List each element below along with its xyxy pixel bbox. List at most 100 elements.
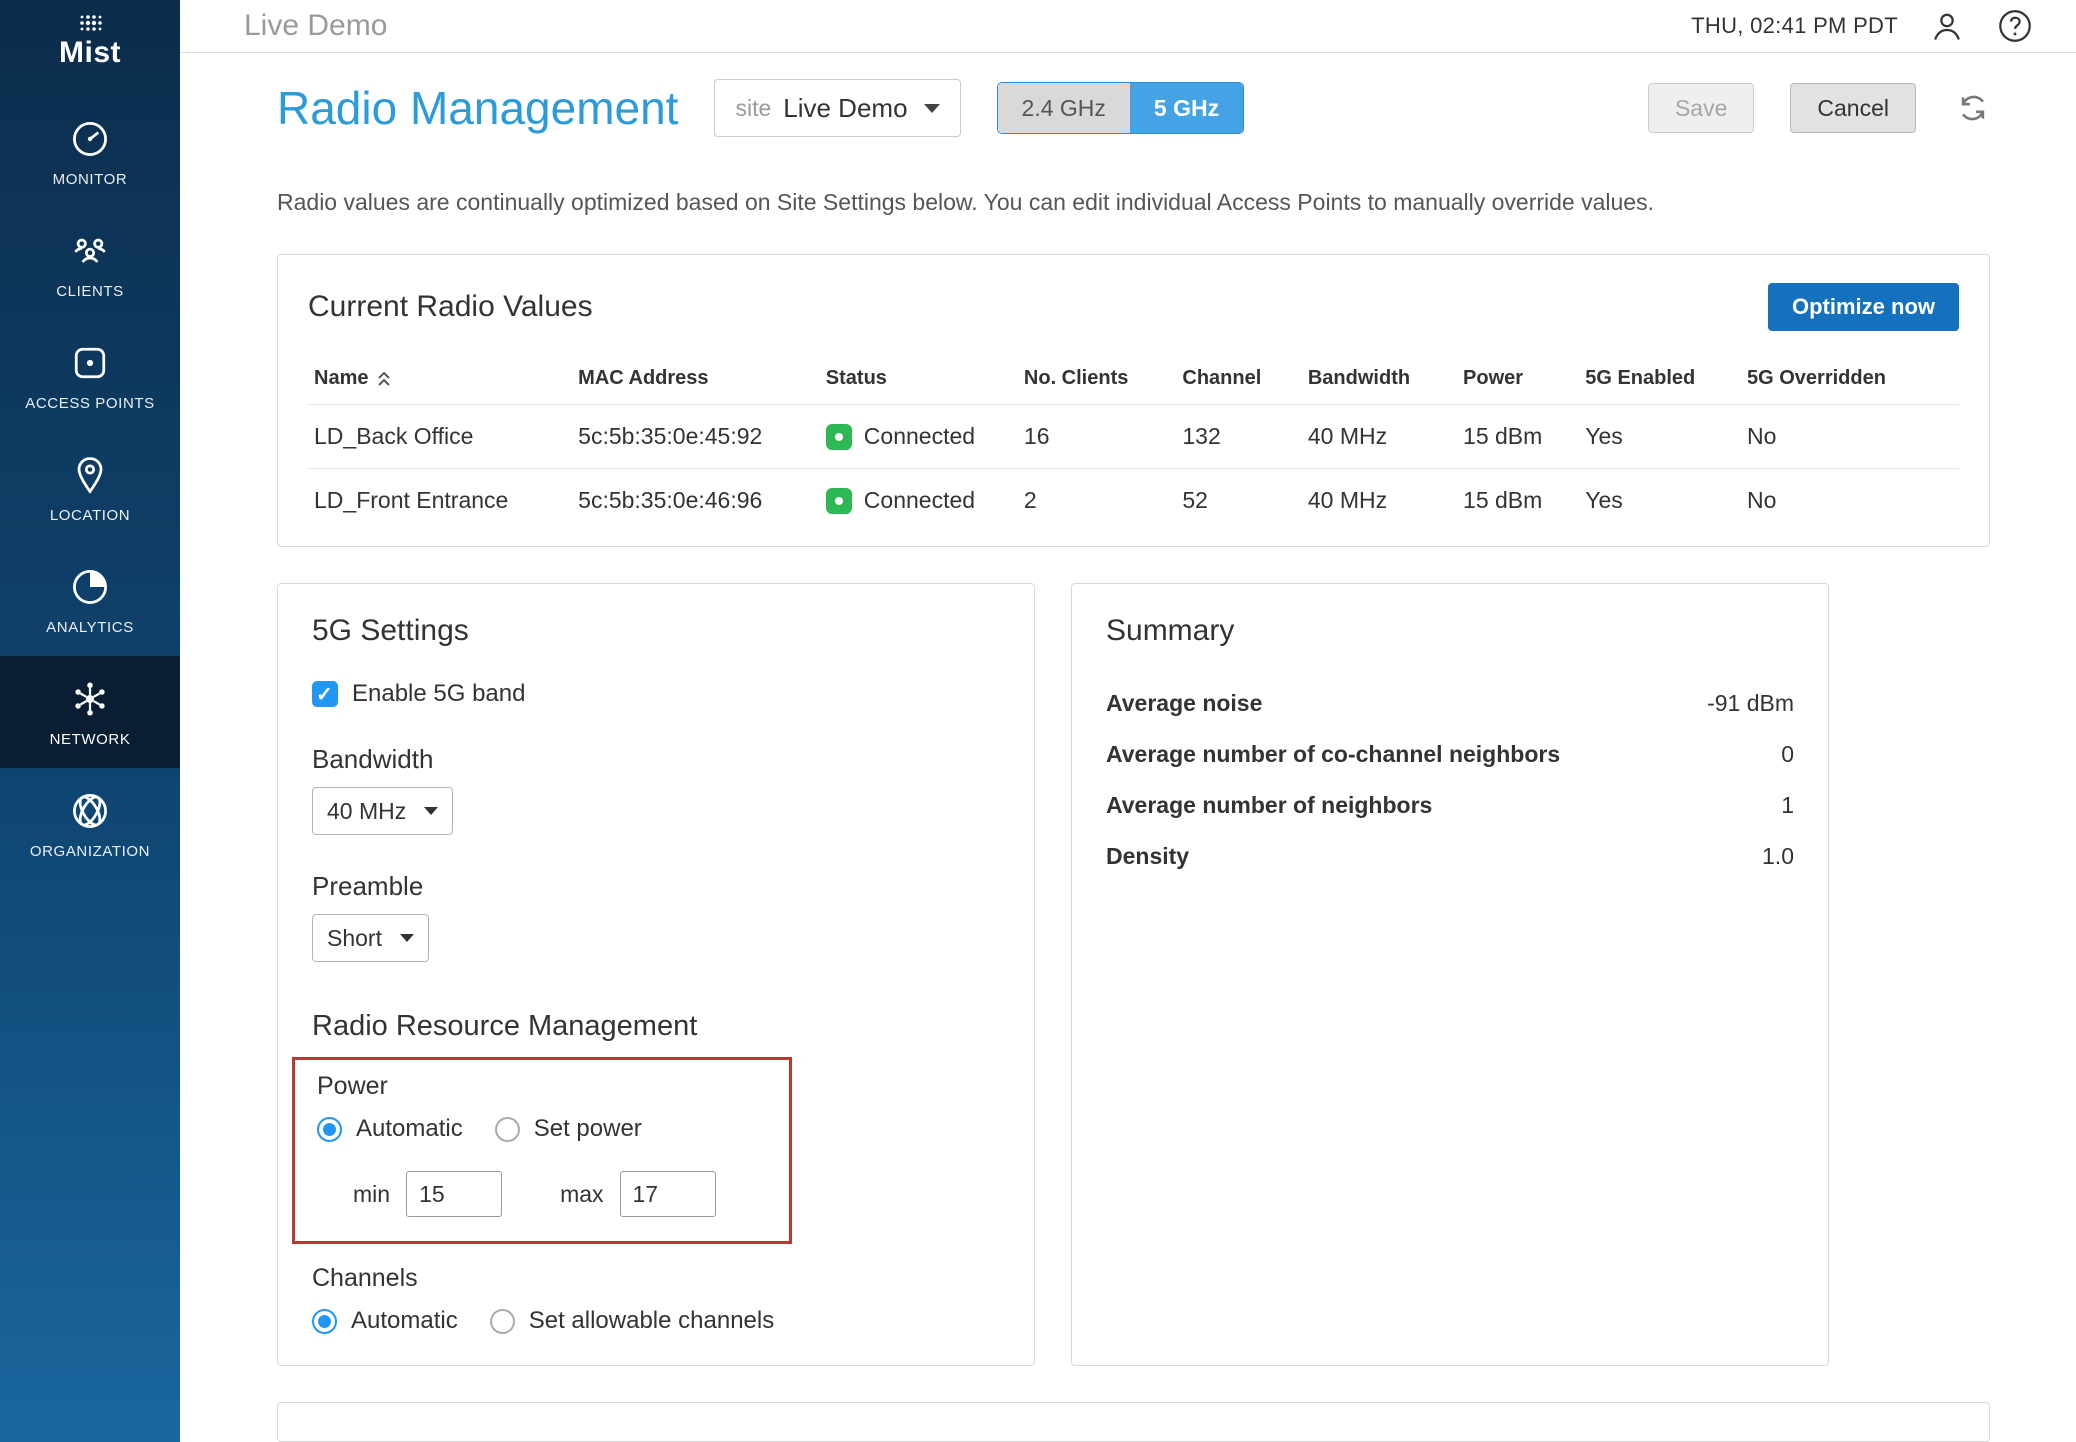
summary-label: Average noise: [1106, 690, 1262, 717]
power-set-label[interactable]: Set power: [534, 1115, 642, 1143]
column-header-mac[interactable]: MAC Address: [572, 351, 820, 405]
max-label: max: [560, 1181, 603, 1208]
ap-bandwidth: 40 MHz: [1302, 469, 1457, 533]
ap-power: 15 dBm: [1457, 469, 1579, 533]
ap-5g-overridden: No: [1741, 469, 1959, 533]
column-header-channel[interactable]: Channel: [1176, 351, 1301, 405]
sidebar-item-label: NETWORK: [50, 731, 131, 748]
sidebar-item-label: ACCESS POINTS: [25, 395, 155, 412]
sidebar-item-location[interactable]: LOCATION: [0, 432, 180, 544]
max-power-input[interactable]: [620, 1171, 716, 1217]
user-account-icon[interactable]: [1928, 7, 1966, 45]
table-header-row: Name MAC Address Status No. Clients Chan…: [308, 351, 1959, 405]
preamble-select[interactable]: Short: [312, 914, 429, 962]
summary-value: -91 dBm: [1707, 690, 1794, 717]
site-select-prefix: site: [735, 95, 771, 122]
ap-mac: 5c:5b:35:0e:45:92: [572, 405, 820, 469]
summary-label: Average number of neighbors: [1106, 792, 1432, 819]
settings-summary-row: 5G Settings Enable 5G band Bandwidth 40 …: [277, 583, 1990, 1366]
column-header-status[interactable]: Status: [820, 351, 1018, 405]
cancel-button[interactable]: Cancel: [1790, 83, 1916, 133]
column-header-5g-enabled[interactable]: 5G Enabled: [1579, 351, 1741, 405]
sidebar-item-organization[interactable]: ORGANIZATION: [0, 768, 180, 880]
column-header-5g-overridden[interactable]: 5G Overridden: [1741, 351, 1959, 405]
optimize-now-button[interactable]: Optimize now: [1768, 283, 1959, 331]
gauge-icon: [68, 117, 112, 161]
radio-values-table: Name MAC Address Status No. Clients Chan…: [308, 351, 1959, 532]
summary-card: Summary Average noise -91 dBm Average nu…: [1071, 583, 1829, 1366]
ap-status: Connected: [820, 469, 1018, 533]
summary-row: Average number of neighbors 1: [1106, 780, 1794, 831]
radio-unselected-icon[interactable]: [495, 1117, 520, 1142]
table-row[interactable]: LD_Back Office 5c:5b:35:0e:45:92 Connect…: [308, 405, 1959, 469]
ap-mac: 5c:5b:35:0e:46:96: [572, 469, 820, 533]
clients-icon: [68, 229, 112, 273]
radio-selected-icon[interactable]: [317, 1117, 342, 1142]
sidebar-item-label: LOCATION: [50, 507, 130, 524]
channels-label: Channels: [312, 1264, 1000, 1293]
pie-chart-icon: [68, 565, 112, 609]
page-title: Radio Management: [277, 81, 678, 135]
radio-unselected-icon[interactable]: [490, 1309, 515, 1334]
current-radio-values-card: Current Radio Values Optimize now Name: [277, 254, 1990, 547]
power-mode-radio-group: Automatic Set power: [317, 1115, 767, 1143]
checkbox-checked-icon[interactable]: [312, 681, 338, 707]
sidebar-item-monitor[interactable]: MONITOR: [0, 96, 180, 208]
column-header-bandwidth[interactable]: Bandwidth: [1302, 351, 1457, 405]
summary-row: Density 1.0: [1106, 831, 1794, 882]
channels-set-label[interactable]: Set allowable channels: [529, 1307, 775, 1335]
ap-5g-enabled: Yes: [1579, 405, 1741, 469]
main: Live Demo THU, 02:41 PM PDT Radio Manage…: [180, 0, 2076, 1442]
current-site-name: Live Demo: [244, 9, 387, 43]
ap-5g-overridden: No: [1741, 405, 1959, 469]
summary-label: Average number of co-channel neighbors: [1106, 741, 1560, 768]
content: Radio Management site Live Demo 2.4 GHz …: [180, 53, 2076, 1442]
summary-row: Average noise -91 dBm: [1106, 678, 1794, 729]
site-select-dropdown[interactable]: site Live Demo: [714, 79, 960, 137]
sidebar-item-network[interactable]: NETWORK: [0, 656, 180, 768]
next-card-partial: [277, 1402, 1990, 1442]
table-row[interactable]: LD_Front Entrance 5c:5b:35:0e:46:96 Conn…: [308, 469, 1959, 533]
sidebar-item-analytics[interactable]: ANALYTICS: [0, 544, 180, 656]
mist-logo[interactable]: Mist: [0, 0, 180, 80]
channels-automatic-label[interactable]: Automatic: [351, 1307, 458, 1335]
ap-name[interactable]: LD_Back Office: [308, 405, 572, 469]
5g-settings-card: 5G Settings Enable 5G band Bandwidth 40 …: [277, 583, 1035, 1366]
status-connected-icon: [826, 488, 852, 514]
save-button[interactable]: Save: [1648, 83, 1754, 133]
chevron-down-icon: [924, 104, 940, 113]
summary-value: 1: [1781, 792, 1794, 819]
column-header-power[interactable]: Power: [1457, 351, 1579, 405]
power-automatic-label[interactable]: Automatic: [356, 1115, 463, 1143]
ap-status: Connected: [820, 405, 1018, 469]
column-header-name[interactable]: Name: [308, 351, 572, 405]
preamble-label: Preamble: [312, 871, 1000, 902]
location-pin-icon: [68, 453, 112, 497]
enable-5g-checkbox-row[interactable]: Enable 5G band: [312, 680, 1000, 708]
bandwidth-select[interactable]: 40 MHz: [312, 787, 453, 835]
ap-5g-enabled: Yes: [1579, 469, 1741, 533]
radio-selected-icon[interactable]: [312, 1309, 337, 1334]
sidebar-item-clients[interactable]: CLIENTS: [0, 208, 180, 320]
bandwidth-label: Bandwidth: [312, 744, 1000, 775]
refresh-icon[interactable]: [1956, 91, 1990, 125]
band-5ghz-button[interactable]: 5 GHz: [1130, 83, 1243, 133]
topbar: Live Demo THU, 02:41 PM PDT: [180, 0, 2076, 53]
card-title: Summary: [1106, 614, 1794, 648]
sidebar-item-access-points[interactable]: ACCESS POINTS: [0, 320, 180, 432]
ap-name[interactable]: LD_Front Entrance: [308, 469, 572, 533]
topbar-right: THU, 02:41 PM PDT: [1691, 7, 2034, 45]
help-icon[interactable]: [1996, 7, 2034, 45]
min-power-input[interactable]: [406, 1171, 502, 1217]
network-hub-icon: [68, 677, 112, 721]
rrm-section-title: Radio Resource Management: [312, 1010, 1000, 1043]
power-label: Power: [317, 1072, 767, 1101]
mist-logo-dots-icon: [68, 14, 112, 34]
channels-mode-radio-group: Automatic Set allowable channels: [312, 1307, 1000, 1335]
ap-channel: 52: [1176, 469, 1301, 533]
chevron-down-icon: [424, 807, 438, 815]
column-header-clients[interactable]: No. Clients: [1018, 351, 1176, 405]
sidebar-item-label: CLIENTS: [56, 283, 124, 300]
power-annotation-highlight: Power Automatic Set power min max: [292, 1057, 792, 1244]
band-24ghz-button[interactable]: 2.4 GHz: [998, 83, 1130, 133]
